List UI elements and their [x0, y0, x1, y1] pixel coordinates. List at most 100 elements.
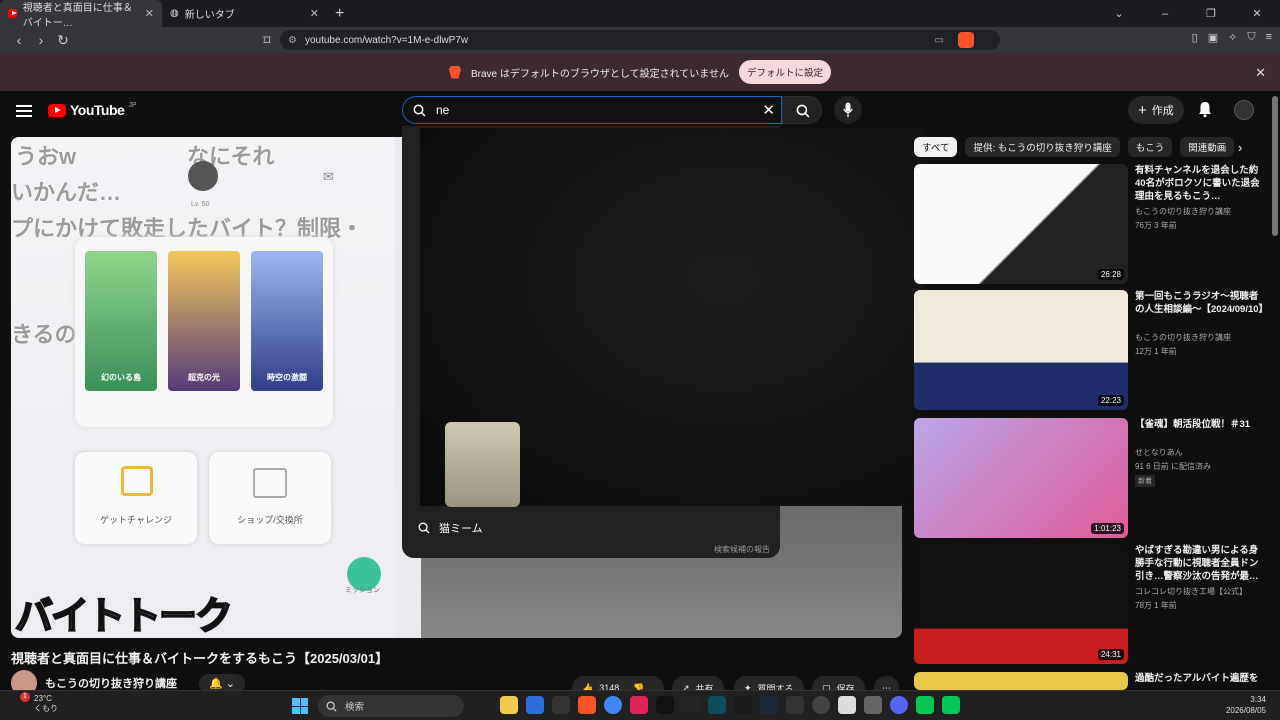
recommendation-channel[interactable]: もこうの切り抜き狩り講座	[1135, 332, 1231, 343]
discord-icon[interactable]	[890, 696, 908, 714]
video-thumbnail[interactable]: 26:28	[914, 164, 1128, 284]
menu-icon[interactable]: ≡	[1266, 31, 1272, 44]
search-icon	[413, 104, 426, 117]
set-default-button[interactable]: デフォルトに設定	[739, 60, 832, 84]
recommendation-title[interactable]: 【雀魂】朝活段位戦！＃31	[1135, 418, 1267, 431]
account-avatar[interactable]	[1234, 100, 1254, 120]
new-tab-button[interactable]: +	[335, 5, 344, 23]
get-challenge-tile: ゲットチャレンジ	[75, 452, 197, 544]
lamp-object	[445, 422, 520, 507]
tile-label: ショップ/交換所	[237, 515, 303, 525]
youtube-icon	[8, 9, 17, 18]
weather-widget[interactable]: 1 23°C くもり	[14, 692, 58, 714]
recommendation-channel[interactable]: コレコレ切り抜き工場【公式】	[1135, 586, 1247, 597]
cast-icon[interactable]: ▭	[935, 35, 944, 46]
infobar-close-icon[interactable]: ✕	[1255, 65, 1266, 81]
youtube-logo[interactable]: YouTube JP	[48, 102, 136, 118]
report-suggestions-link[interactable]: 検索候補の報告	[714, 544, 770, 555]
app-icon[interactable]	[838, 696, 856, 714]
wallet-icon[interactable]: ▣	[1208, 31, 1218, 44]
duration-badge: 22:23	[1097, 395, 1124, 406]
duration-badge: 24:31	[1097, 649, 1124, 660]
app-icon[interactable]	[526, 696, 544, 714]
plus-icon: +	[1138, 101, 1147, 119]
line-icon[interactable]	[942, 696, 960, 714]
brave-shields-icon[interactable]	[958, 32, 974, 48]
recommendation-meta: 12万 1 年前	[1135, 347, 1177, 356]
search-button[interactable]	[782, 96, 822, 124]
pack-label: 時空の激闘	[267, 373, 307, 382]
video-thumbnail[interactable]: 24:31	[914, 544, 1128, 664]
line-icon[interactable]	[916, 696, 934, 714]
start-button[interactable]	[292, 698, 308, 714]
leo-ai-icon[interactable]: ✧	[1228, 31, 1237, 44]
taskbar-search[interactable]: 検索	[318, 695, 464, 717]
chevron-right-icon[interactable]: ›	[1238, 140, 1242, 155]
create-button[interactable]: + 作成	[1128, 96, 1184, 124]
system-clock[interactable]: 3:34 2026/08/05	[1226, 694, 1266, 716]
back-icon[interactable]: ‹	[8, 32, 30, 48]
forward-icon[interactable]: ›	[30, 32, 52, 48]
brave-browser-icon[interactable]	[578, 696, 596, 714]
recommendation-item[interactable]: 22:23 第一回もこうラジオ〜視聴者の人生相談編〜【2024/09/10】 も…	[914, 290, 1268, 412]
video-thumbnail[interactable]	[914, 672, 1128, 690]
search-query: ne	[436, 103, 450, 117]
tab-youtube[interactable]: 視聴者と真面目に仕事＆バイトー… ✕	[0, 0, 162, 29]
tab-list-icon[interactable]: ⌄	[1096, 7, 1142, 20]
vpn-shield-icon[interactable]: ⛉	[1247, 31, 1255, 44]
search-input[interactable]: ne ✕	[402, 96, 782, 124]
app-icon[interactable]	[708, 696, 726, 714]
address-bar[interactable]: ⚙ youtube.com/watch?v=1M-e-dlwP7w ▭	[280, 30, 1000, 50]
recommendation-title[interactable]: やばすぎる勘違い男による身勝手な行動に視聴者全員ドン引き…警察沙汰の告発が最…	[1135, 544, 1267, 583]
chrome-icon[interactable]	[604, 696, 622, 714]
suggestion-text: 猫ミーム	[439, 523, 483, 535]
app-icon[interactable]	[786, 696, 804, 714]
recommendation-title[interactable]: 有料チャンネルを退会した約40名がボロクソに書いた退会理由を見るもこう…	[1135, 164, 1267, 203]
recommendation-item[interactable]: 1:01:23 【雀魂】朝活段位戦！＃31 せとなりあん 91 6 日前 に配信…	[914, 418, 1268, 540]
notifications-bell-icon[interactable]	[1196, 100, 1214, 118]
chip-mokou[interactable]: もこう	[1127, 137, 1173, 157]
file-explorer-icon[interactable]	[500, 696, 518, 714]
webcam-overlay	[420, 128, 926, 507]
bookmark-icon[interactable]: ⌑	[256, 32, 278, 49]
menu-hamburger-icon[interactable]	[16, 105, 32, 117]
clear-search-icon[interactable]: ✕	[762, 101, 775, 119]
obs-icon[interactable]	[812, 696, 830, 714]
steam-icon[interactable]	[760, 696, 778, 714]
search-icon	[796, 104, 810, 118]
maximize-button[interactable]: ❐	[1188, 7, 1234, 20]
app-icon[interactable]	[552, 696, 570, 714]
clock-date: 2026/08/05	[1225, 706, 1266, 715]
reload-icon[interactable]: ↻	[52, 32, 74, 49]
chip-channel[interactable]: 提供: もこうの切り抜き狩り講座	[965, 137, 1120, 157]
suggestion-item[interactable]: 猫ミーム	[418, 520, 483, 536]
video-thumbnail[interactable]: 22:23	[914, 290, 1128, 410]
recommendation-title[interactable]: 第一回もこうラジオ〜視聴者の人生相談編〜【2024/09/10】	[1135, 290, 1268, 316]
tab-new[interactable]: ◍ 新しいタブ ✕	[162, 0, 327, 27]
close-icon[interactable]: ✕	[310, 7, 319, 20]
window-close-button[interactable]: ✕	[1234, 7, 1280, 20]
minimize-button[interactable]: –	[1142, 8, 1188, 20]
chip-all[interactable]: すべて	[914, 137, 958, 157]
recommendation-channel[interactable]: もこうの切り抜き狩り講座	[1135, 206, 1231, 217]
recommendation-channel[interactable]: せとなりあん	[1135, 447, 1183, 458]
app-icon[interactable]	[682, 696, 700, 714]
settings-icon[interactable]	[864, 696, 882, 714]
recommendation-item[interactable]: 24:31 やばすぎる勘違い男による身勝手な行動に視聴者全員ドン引き…警察沙汰の…	[914, 544, 1268, 666]
chip-related[interactable]: 関連動画	[1180, 137, 1235, 157]
pack-dialga: 時空の激闘	[251, 251, 323, 391]
site-info-icon[interactable]: ⚙	[288, 35, 297, 46]
voice-search-button[interactable]	[834, 96, 862, 124]
tiktok-icon[interactable]	[656, 696, 674, 714]
recommendation-item[interactable]: 過酷だったアルバイト遍歴を	[914, 672, 1268, 690]
app-icon[interactable]	[630, 696, 648, 714]
sidebar-icon[interactable]: ▯	[1192, 31, 1198, 44]
page-scrollbar[interactable]	[1272, 96, 1278, 236]
infobar-message: Brave はデフォルトのブラウザとして設定されていません	[470, 68, 729, 80]
app-icon[interactable]	[734, 696, 752, 714]
recommendation-item[interactable]: 26:28 有料チャンネルを退会した約40名がボロクソに書いた退会理由を見るもこ…	[914, 164, 1268, 286]
close-icon[interactable]: ✕	[145, 7, 154, 20]
recommendation-title[interactable]: 過酷だったアルバイト遍歴を	[1135, 672, 1267, 685]
channel-name[interactable]: もこうの切り抜き狩り講座	[45, 675, 177, 691]
video-thumbnail[interactable]: 1:01:23	[914, 418, 1128, 538]
